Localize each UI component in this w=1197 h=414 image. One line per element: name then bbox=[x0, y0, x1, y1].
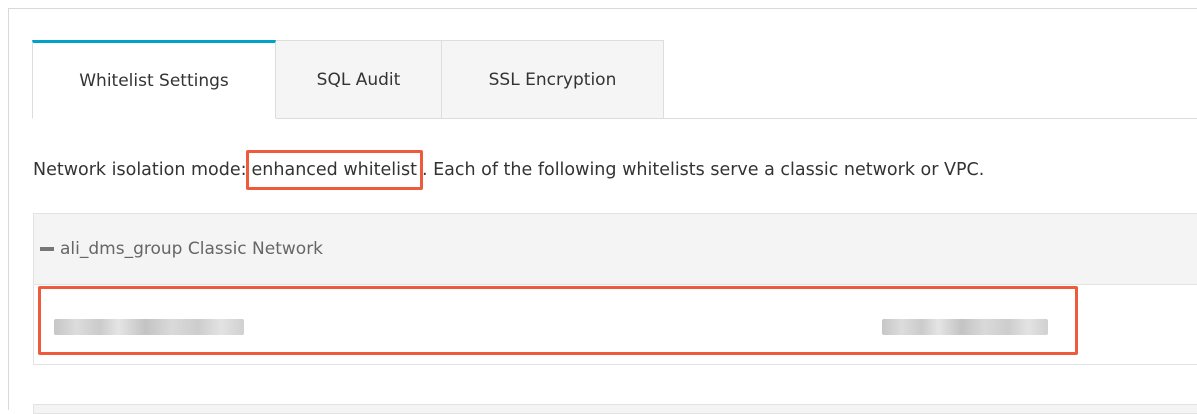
tab-whitelist-settings[interactable]: Whitelist Settings bbox=[32, 40, 276, 119]
network-isolation-mode-text: Network isolation mode: enhanced whitelis… bbox=[33, 150, 984, 190]
tab-sql-audit[interactable]: SQL Audit bbox=[276, 40, 442, 119]
minus-icon[interactable] bbox=[40, 247, 54, 251]
whitelist-group-panel: ali_dms_group Classic Network bbox=[33, 213, 1197, 365]
tab-bar: Whitelist Settings SQL Audit SSL Encrypt… bbox=[32, 40, 664, 119]
masked-ip-list bbox=[54, 319, 244, 335]
mode-value-highlight: enhanced whitelist bbox=[245, 150, 423, 190]
whitelist-group-header[interactable]: ali_dms_group Classic Network bbox=[34, 214, 1197, 285]
mode-prefix: Network isolation mode: bbox=[33, 160, 247, 180]
tab-ssl-encryption[interactable]: SSL Encryption bbox=[442, 40, 664, 119]
mode-suffix: . Each of the following whitelists serve… bbox=[421, 160, 985, 180]
next-whitelist-group-panel bbox=[33, 404, 1197, 414]
whitelist-group-row bbox=[34, 285, 1197, 365]
whitelist-group-name: ali_dms_group Classic Network bbox=[60, 239, 324, 259]
masked-row-detail bbox=[882, 319, 1048, 335]
mode-value: enhanced whitelist bbox=[251, 160, 417, 180]
tab-divider bbox=[276, 118, 1197, 119]
